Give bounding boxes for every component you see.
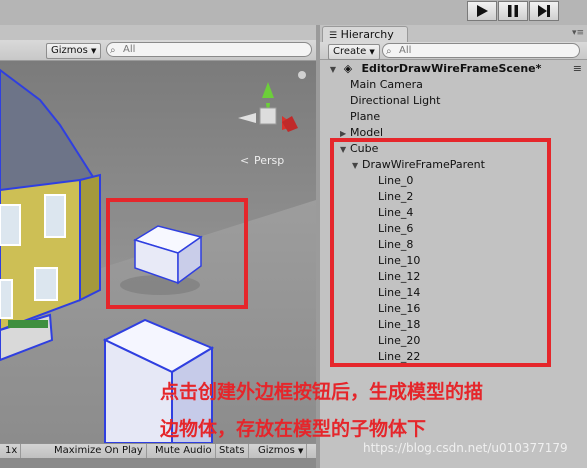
hierarchy-item[interactable]: Line_14 [320,285,587,301]
dropdown-arrow-icon: ▼ [91,47,97,55]
hierarchy-item-label: Cube [350,142,379,155]
scene-search-input[interactable]: ⌕ All [106,42,312,57]
hierarchy-item-label: Plane [350,110,381,123]
zoom-label[interactable]: 1x [2,444,22,458]
annotation-line-1: 点击创建外边框按钮后，生成模型的描 [160,381,484,403]
top-toolbar [0,0,587,25]
scene-root-row[interactable]: ▼ ◈ EditorDrawWireFrameScene* [320,61,587,77]
persp-arrow-icon: < [240,154,249,167]
hierarchy-item[interactable]: Line_16 [320,301,587,317]
hierarchy-item-label: Line_8 [378,238,414,251]
hierarchy-item[interactable]: ▼ DrawWireFrameParent [320,157,587,173]
hierarchy-item[interactable]: Line_2 [320,189,587,205]
search-icon: ⌕ [386,46,392,57]
step-icon [538,5,550,17]
pause-button[interactable] [498,1,528,21]
hierarchy-item[interactable]: Line_4 [320,205,587,221]
hierarchy-item-label: Line_12 [378,270,421,283]
create-label: Create [333,46,367,57]
collapsed-arrow-icon[interactable]: ▶ [340,126,350,142]
hierarchy-item-label: DrawWireFrameParent [362,158,485,171]
gizmos-label: Gizmos [51,45,88,56]
hierarchy-item-label: Line_10 [378,254,421,267]
hierarchy-item[interactable]: Line_0 [320,173,587,189]
scene-name: EditorDrawWireFrameScene* [361,62,542,75]
hierarchy-item-label: Main Camera [350,78,423,91]
bottom-gizmos-label: Gizmos [258,445,295,456]
bottom-gizmos-dropdown[interactable]: Gizmos ▼ [255,444,308,458]
search-icon: ⌕ [110,45,116,56]
unity-scene-icon: ◈ [343,62,353,75]
hierarchy-item[interactable]: Line_18 [320,317,587,333]
hierarchy-item-label: Line_20 [378,334,421,347]
hierarchy-item-label: Line_18 [378,318,421,331]
hierarchy-item[interactable]: ▼ Cube [320,141,587,157]
hierarchy-item-label: Line_14 [378,286,421,299]
hierarchy-item[interactable]: Line_6 [320,221,587,237]
gizmos-dropdown[interactable]: Gizmos ▼ [46,43,102,59]
persp-label[interactable]: Persp [254,154,284,167]
watermark: https://blog.csdn.net/u010377179 [363,441,568,455]
maximize-on-play-toggle[interactable]: Maximize On Play [51,444,147,458]
play-icon [477,5,488,17]
expand-arrow-icon[interactable]: ▼ [352,158,362,174]
hierarchy-toolbar: Create ▼ ⌕ All [320,42,587,60]
mute-audio-toggle[interactable]: Mute Audio [152,444,216,458]
hierarchy-item-label: Line_22 [378,350,421,363]
hierarchy-item[interactable]: Plane [320,109,587,125]
hierarchy-item[interactable]: Line_20 [320,333,587,349]
hierarchy-item[interactable]: Line_22 [320,349,587,365]
scene-menu-icon[interactable]: ≡ [573,62,582,75]
hierarchy-item-label: Line_4 [378,206,414,219]
expand-arrow-icon[interactable]: ▼ [330,62,340,78]
hierarchy-item-label: Directional Light [350,94,441,107]
dropdown-arrow-icon: ▼ [298,447,304,455]
play-button[interactable] [467,1,497,21]
hierarchy-item[interactable]: Line_8 [320,237,587,253]
hierarchy-tab-label: Hierarchy [340,28,394,41]
hierarchy-item-label: Line_0 [378,174,414,187]
dropdown-arrow-icon: ▼ [369,48,375,56]
hierarchy-item-label: Line_6 [378,222,414,235]
hierarchy-item[interactable]: Line_10 [320,253,587,269]
create-dropdown[interactable]: Create ▼ [328,44,380,60]
scene-search-placeholder: All [123,44,136,55]
hierarchy-search-input[interactable]: ⌕ All [382,43,580,58]
scene-lower-strip [0,458,316,468]
hierarchy-tab-icon: ☰ [329,31,338,41]
panel-menu-icon[interactable]: ▾≡ [572,28,584,38]
tab-hierarchy[interactable]: ☰ Hierarchy [322,26,408,42]
hierarchy-item-label: Model [350,126,384,139]
game-view-bottom-bar: 1x Maximize On Play Mute Audio Stats Giz… [0,443,316,458]
step-button[interactable] [529,1,559,21]
expand-arrow-icon[interactable]: ▼ [340,142,350,158]
hierarchy-search-placeholder: All [399,45,412,56]
stats-toggle[interactable]: Stats [216,444,249,458]
hierarchy-item[interactable]: Main Camera [320,77,587,93]
hierarchy-item-label: Line_2 [378,190,414,203]
annotation-line-2: 边物体，存放在模型的子物体下 [160,418,427,440]
hierarchy-item-label: Line_16 [378,302,421,315]
scene-toolbar: Gizmos ▼ ⌕ All [0,40,316,61]
pause-icon [508,5,518,17]
hierarchy-item[interactable]: ▶ Model [320,125,587,141]
hierarchy-item[interactable]: Line_12 [320,269,587,285]
hierarchy-item[interactable]: Directional Light [320,93,587,109]
